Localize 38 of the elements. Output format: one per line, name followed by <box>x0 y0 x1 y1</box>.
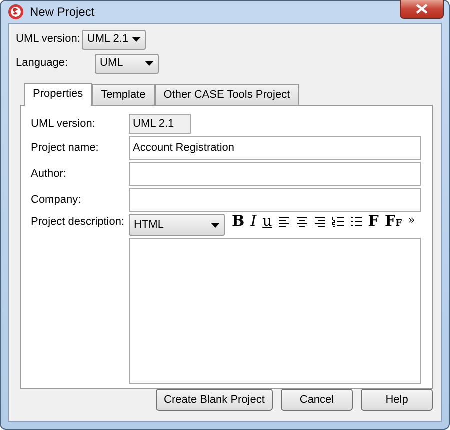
align-center-icon[interactable] <box>296 216 308 228</box>
numbered-list-icon[interactable] <box>332 216 344 228</box>
field-label: UML version: <box>31 116 96 132</box>
align-right-icon[interactable] <box>314 216 326 228</box>
align-left-icon[interactable] <box>278 216 290 228</box>
field-label: Language: <box>16 56 69 72</box>
field-label: Project name: <box>31 140 100 156</box>
close-button[interactable] <box>400 0 444 19</box>
input-field[interactable] <box>129 188 421 212</box>
caret-icon <box>145 61 154 66</box>
tab[interactable]: Template <box>92 84 155 105</box>
format-button[interactable]: I <box>248 214 260 229</box>
input-field[interactable] <box>129 162 421 186</box>
dialog-button[interactable]: Create Blank Project <box>156 389 273 411</box>
format-dropdown[interactable]: HTML <box>129 214 225 236</box>
readonly-field: UML 2.1 <box>129 114 191 134</box>
caret-icon <box>211 222 220 228</box>
close-icon <box>416 4 428 14</box>
caret-icon <box>132 37 142 42</box>
dialog-button[interactable]: Help <box>361 389 433 411</box>
tab[interactable]: Properties <box>24 82 92 106</box>
format-button[interactable]: FF <box>382 214 405 229</box>
format-button[interactable]: F <box>365 214 382 229</box>
input-field[interactable]: Account Registration <box>129 136 421 160</box>
format-button[interactable]: B <box>229 214 248 229</box>
tab[interactable]: Other CASE Tools Project <box>154 84 300 105</box>
format-button[interactable]: u <box>260 214 276 229</box>
field-label: UML version: <box>16 32 80 48</box>
dropdown[interactable]: UML 2.1 <box>82 30 146 50</box>
window-title: New Project <box>30 4 95 21</box>
dialog-button[interactable]: Cancel <box>281 389 353 411</box>
app-logo-icon <box>8 4 24 20</box>
field-label: Project description: <box>31 215 126 230</box>
bullet-list-icon[interactable] <box>350 216 362 228</box>
field-label: Company: <box>31 192 82 208</box>
format-button[interactable]: » <box>405 214 418 226</box>
field-label: Author: <box>31 166 68 182</box>
dropdown[interactable]: UML <box>95 54 159 74</box>
